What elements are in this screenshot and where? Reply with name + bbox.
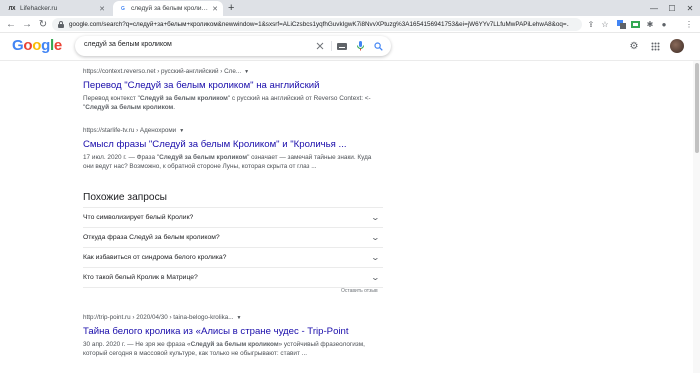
- related-questions-title: Похожие запросы: [83, 192, 168, 203]
- settings-gear-icon[interactable]: ⚙: [628, 40, 640, 52]
- account-avatar[interactable]: [670, 39, 684, 53]
- profile-icon[interactable]: ●: [659, 19, 669, 29]
- related-question[interactable]: Откуда фраза Следуй за белым кроликом? ⌄: [83, 228, 383, 248]
- result-title-link[interactable]: Тайна белого кролика из «Алисы в стране …: [83, 325, 383, 338]
- result-cite[interactable]: https://context.reverso.net › русский-ан…: [83, 67, 383, 76]
- close-tab-icon[interactable]: ✕: [212, 5, 218, 13]
- browser-menu-icon[interactable]: ⋮: [684, 19, 694, 29]
- result-title-link[interactable]: Перевод "Следуй за белым кроликом" на ан…: [83, 79, 383, 92]
- chevron-down-icon[interactable]: ⌄: [371, 233, 380, 242]
- result-snippet: 30 апр. 2020 г. — Не зря же фраза «Следу…: [83, 341, 365, 358]
- result-snippet: 17 июл. 2020 г. — Фраза "Следуй за белым…: [83, 154, 372, 171]
- question-text: Кто такой белый Кролик в Матрице?: [83, 274, 198, 281]
- tab-title: следуй за белым кроликом - Поиск в Googl…: [131, 5, 209, 12]
- logo-letter: g: [41, 37, 50, 54]
- search-icon[interactable]: [373, 41, 383, 51]
- logo-letter: G: [12, 37, 24, 54]
- search-result: https://starlife-tv.ru › Аденохроми ▼ Смы…: [83, 126, 383, 172]
- result-title-link[interactable]: Смысл фразы "Следуй за белым Кроликом" и…: [83, 138, 383, 151]
- clear-icon[interactable]: [315, 41, 325, 51]
- google-logo[interactable]: Google: [12, 37, 62, 54]
- feedback-link[interactable]: Оставить отзыв: [341, 288, 378, 294]
- tab-title: Lifehacker.ru: [20, 5, 58, 12]
- url-text: google.com/search?q=следуй+за+белым+крол…: [69, 21, 569, 28]
- tab-strip: ЛХ Lifehacker.ru ✕ G следуй за белым кро…: [0, 0, 700, 16]
- result-cite[interactable]: https://starlife-tv.ru › Аденохроми ▼: [83, 126, 383, 135]
- new-tab-button[interactable]: +: [228, 1, 234, 15]
- dropdown-icon[interactable]: ▼: [244, 69, 249, 75]
- question-text: Откуда фраза Следуй за белым кроликом?: [83, 234, 220, 241]
- reload-icon[interactable]: ↻: [36, 17, 50, 31]
- chevron-down-icon[interactable]: ⌄: [371, 253, 380, 262]
- browser-toolbar: ← → ↻ google.com/search?q=следуй+за+белы…: [0, 16, 700, 33]
- search-result: https://context.reverso.net › русский-ан…: [83, 67, 383, 113]
- related-question[interactable]: Как избавиться от синдрома белого кролик…: [83, 248, 383, 268]
- search-result: http://trip-point.ru › 2020/04/30 › tain…: [83, 313, 383, 359]
- lifehacker-favicon-icon: ЛХ: [8, 5, 16, 12]
- google-favicon-icon: G: [121, 5, 125, 12]
- related-question[interactable]: Что символизирует белый Кролик? ⌄: [83, 208, 383, 228]
- search-divider: [331, 41, 332, 51]
- back-arrow-icon[interactable]: ←: [4, 17, 18, 31]
- share-icon[interactable]: ⇪: [586, 19, 596, 29]
- address-bar[interactable]: google.com/search?q=следуй+за+белым+крол…: [52, 18, 582, 31]
- tab-google-search[interactable]: G следуй за белым кроликом - Поиск в Goo…: [113, 1, 223, 16]
- minimize-icon[interactable]: —: [645, 0, 663, 16]
- keyboard-icon[interactable]: [337, 41, 347, 51]
- result-snippet: Перевод контекст "Следуй за белым кролик…: [83, 95, 371, 112]
- related-question[interactable]: Кто такой белый Кролик в Матрице? ⌄: [83, 268, 383, 288]
- bookmark-star-icon[interactable]: ☆: [600, 19, 610, 29]
- tab-lifehacker[interactable]: ЛХ Lifehacker.ru ✕: [2, 1, 110, 16]
- result-cite[interactable]: http://trip-point.ru › 2020/04/30 › tain…: [83, 313, 383, 322]
- maximize-icon[interactable]: ☐: [663, 0, 681, 16]
- question-text: Как избавиться от синдрома белого кролик…: [83, 254, 227, 261]
- dropdown-icon[interactable]: ▼: [237, 315, 242, 321]
- logo-letter: o: [23, 37, 33, 54]
- question-text: Что символизирует белый Кролик?: [83, 214, 194, 221]
- dropdown-icon[interactable]: ▼: [179, 128, 184, 134]
- lock-icon: [58, 21, 64, 28]
- google-header: Google следуй за белым кроликом ⚙: [0, 33, 700, 61]
- close-window-icon[interactable]: ✕: [681, 0, 699, 16]
- close-tab-icon[interactable]: ✕: [99, 5, 105, 13]
- chevron-down-icon[interactable]: ⌄: [371, 213, 380, 222]
- microphone-icon[interactable]: [355, 41, 365, 51]
- search-box[interactable]: следуй за белым кроликом: [75, 36, 391, 56]
- chevron-down-icon[interactable]: ⌄: [371, 273, 380, 282]
- extension-badge-icon[interactable]: [630, 19, 640, 29]
- extensions-puzzle-icon[interactable]: ✱: [645, 19, 655, 29]
- translate-icon[interactable]: [616, 19, 626, 29]
- logo-letter: e: [53, 37, 62, 54]
- logo-letter: o: [32, 37, 42, 54]
- apps-grid-icon[interactable]: [649, 40, 661, 52]
- scrollbar-thumb[interactable]: [695, 63, 699, 153]
- forward-arrow-icon[interactable]: →: [20, 17, 34, 31]
- search-input[interactable]: следуй за белым кроликом: [84, 41, 172, 48]
